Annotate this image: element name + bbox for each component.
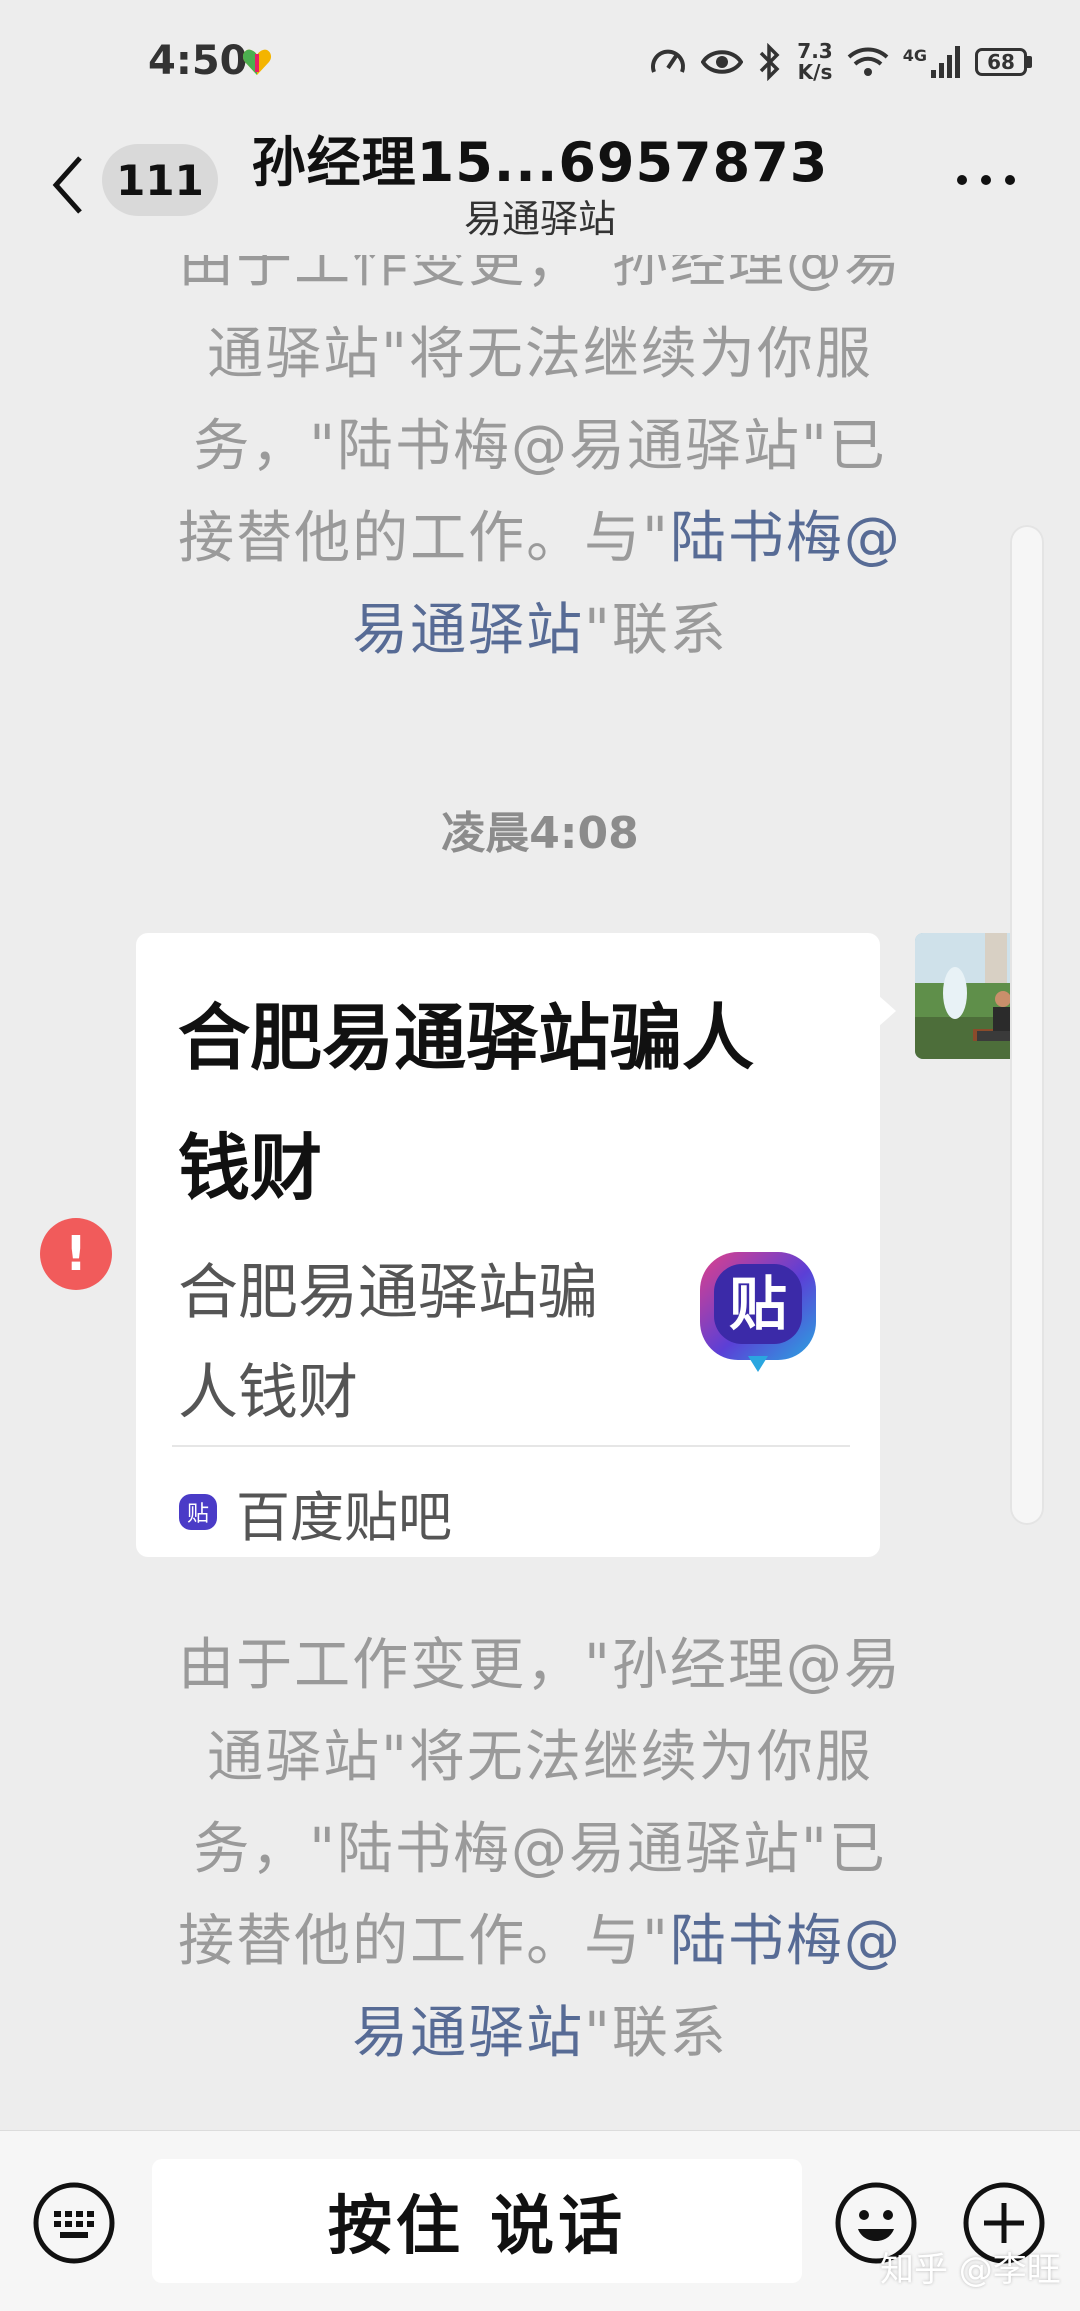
sys-text: "联系 <box>584 2001 728 2066</box>
eye-icon <box>701 50 744 74</box>
speed-unit: K/s <box>797 60 833 84</box>
tieba-small-icon: 贴 <box>179 1493 217 1530</box>
sys-text: 接替他的工作。与" <box>178 1909 670 1974</box>
hold-to-talk-button[interactable]: 按住 说话 <box>152 2159 802 2283</box>
sys-line: 通驿站"将无法继续为你服 <box>207 322 873 387</box>
contact-link[interactable]: 易通驿站 <box>352 598 584 663</box>
heart-icon <box>242 49 272 75</box>
chat-header: 111 孙经理15...6957873 易通驿站 <box>0 110 1080 255</box>
network-speed: 7.3 K/s <box>797 41 832 83</box>
network-type: 4G <box>902 46 927 65</box>
contact-link[interactable]: 陆书梅@ <box>670 1909 902 1974</box>
speed-value: 7.3 <box>797 39 833 63</box>
chat-subtitle: 易通驿站 <box>463 197 616 241</box>
send-failed-icon[interactable]: ! <box>40 1218 112 1290</box>
sys-text: "联系 <box>584 598 728 663</box>
sys-line: 由于工作变更，"孙经理@易 <box>178 1633 902 1698</box>
card-title: 合肥易通驿站骗人钱财 <box>178 996 755 1210</box>
system-message-bottom: 由于工作变更，"孙经理@易 通驿站"将无法继续为你服 务，"陆书梅@易通驿站"已… <box>100 1620 980 2080</box>
system-message-top: 由于工作变更，"孙经理@易 通驿站"将无法继续为你服 务，"陆书梅@易通驿站"已… <box>100 255 980 677</box>
signal-icon <box>931 46 960 78</box>
more-options-icon[interactable] <box>954 172 1018 188</box>
contact-link[interactable]: 陆书梅@ <box>670 506 902 571</box>
sys-line: 通驿站"将无法继续为你服 <box>207 1725 873 1790</box>
wifi-icon <box>847 47 889 76</box>
status-bar: 4:50 7.3 K/s 4G 68 <box>0 0 1080 120</box>
card-source-label: 百度贴吧 <box>236 1486 452 1549</box>
thumb-glyph: 贴 <box>729 1270 787 1338</box>
sys-text: 接替他的工作。与" <box>178 506 670 571</box>
bluetooth-icon <box>760 43 780 81</box>
message-time: 凌晨4:08 <box>441 808 639 859</box>
status-icons: 7.3 K/s 4G 68 <box>649 36 1032 88</box>
sys-line: 由于工作变更，"孙经理@易 <box>178 255 902 295</box>
keyboard-icon[interactable] <box>32 2181 116 2265</box>
sys-line: 务，"陆书梅@易通驿站"已 <box>193 414 887 479</box>
contact-link[interactable]: 易通驿站 <box>352 2001 584 2066</box>
battery-icon: 68 <box>975 48 1032 76</box>
chat-title: 孙经理15...6957873 <box>251 131 829 194</box>
card-source: 贴 百度贴吧 <box>178 1473 452 1552</box>
scrollbar[interactable] <box>1010 525 1044 1525</box>
battery-level: 68 <box>975 48 1027 76</box>
sys-line: 务，"陆书梅@易通驿站"已 <box>193 1817 887 1882</box>
tieba-logo-icon: 贴 <box>700 1252 816 1372</box>
shared-link-card[interactable]: 合肥易通驿站骗人钱财 合肥易通驿站骗人钱财 贴 贴 百度贴吧 <box>136 933 880 1557</box>
card-description: 合肥易通驿站骗人钱财 <box>178 1258 598 1428</box>
data-saver-icon <box>651 49 686 73</box>
status-time: 4:50 <box>148 38 248 84</box>
watermark: 知乎 @李旺 <box>880 2250 1061 2290</box>
card-divider <box>172 1445 850 1447</box>
source-glyph: 贴 <box>187 1502 209 1527</box>
bubble-arrow <box>878 995 896 1027</box>
chat-area[interactable]: 由于工作变更，"孙经理@易 通驿站"将无法继续为你服 务，"陆书梅@易通驿站"已… <box>0 255 1080 2135</box>
